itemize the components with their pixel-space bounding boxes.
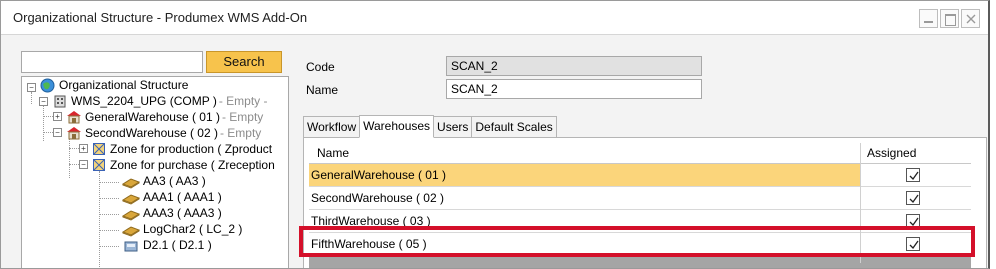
collapse-toggle[interactable]: −: [27, 83, 36, 92]
search-input[interactable]: [21, 51, 203, 73]
window-title: Organizational Structure - Produmex WMS …: [13, 10, 308, 25]
tree-node[interactable]: GeneralWarehouse ( 01 ) - Empty: [85, 109, 263, 125]
highlight-box: [299, 226, 975, 257]
code-label: Code: [306, 60, 335, 74]
location-icon: [121, 191, 141, 205]
warehouse-icon: [66, 126, 82, 140]
tree-connector: [43, 116, 53, 117]
tab-default-scales[interactable]: Default Scales: [471, 116, 557, 137]
search-button[interactable]: Search: [206, 51, 282, 73]
tree-connector: [99, 214, 119, 215]
org-structure-tree[interactable]: − Organizational Structure − WMS_2204_UP…: [21, 76, 289, 268]
tree-node[interactable]: D2.1 ( D2.1 ): [143, 237, 212, 253]
checkmark-icon: [909, 194, 919, 204]
tree-node[interactable]: WMS_2204_UPG (COMP ) - Empty -: [71, 93, 268, 109]
tab-workflow[interactable]: Workflow: [303, 116, 361, 137]
close-icon: [966, 14, 976, 24]
tree-node[interactable]: Zone for production ( Zproduct: [110, 141, 274, 157]
tree-node[interactable]: AAA1 ( AAA1 ): [143, 189, 222, 205]
expand-toggle[interactable]: +: [53, 112, 62, 121]
column-header-name[interactable]: Name: [317, 146, 349, 160]
window-controls: [919, 9, 980, 28]
tree-connector: [69, 164, 79, 165]
tree-node[interactable]: SecondWarehouse ( 02 ) - Empty: [85, 125, 261, 141]
table-row[interactable]: SecondWarehouse ( 02 ): [309, 187, 971, 210]
tree-connector: [43, 132, 53, 133]
tree-connector: [69, 138, 70, 178]
assigned-checkbox[interactable]: [906, 168, 920, 182]
warehouse-icon: [66, 110, 82, 124]
expand-toggle[interactable]: +: [79, 144, 88, 153]
location-icon: [121, 175, 141, 189]
assigned-checkbox[interactable]: [906, 191, 920, 205]
tab-strip: Workflow Warehouses Users Default Scales: [303, 115, 557, 138]
tree-connector: [99, 171, 100, 268]
collapse-toggle[interactable]: −: [39, 97, 48, 106]
warehouse-name-cell: GeneralWarehouse ( 01 ): [309, 164, 860, 186]
tree-connector: [99, 246, 119, 247]
tree-node[interactable]: AA3 ( AA3 ): [143, 173, 206, 189]
zone-icon: [92, 158, 108, 172]
table-row[interactable]: GeneralWarehouse ( 01 ): [309, 164, 971, 187]
minimize-button[interactable]: [919, 9, 938, 28]
tab-warehouses[interactable]: Warehouses: [359, 115, 435, 138]
tree-connector: [99, 182, 119, 183]
title-bar: Organizational Structure - Produmex WMS …: [1, 1, 988, 35]
device-icon: [122, 239, 138, 253]
location-icon: [121, 207, 141, 221]
tree-connector: [99, 230, 119, 231]
collapse-toggle[interactable]: −: [53, 128, 62, 137]
assigned-cell: [861, 187, 971, 209]
company-icon: [53, 94, 69, 108]
tree-node[interactable]: Zone for purchase ( Zreception: [110, 157, 277, 173]
tree-connector: [69, 148, 79, 149]
collapse-toggle[interactable]: −: [79, 160, 88, 169]
tree-node[interactable]: Organizational Structure: [59, 77, 190, 93]
name-label: Name: [306, 83, 339, 97]
tab-users[interactable]: Users: [433, 116, 473, 137]
location-icon: [121, 223, 141, 237]
code-field: SCAN_2: [446, 56, 702, 76]
tree-connector: [43, 106, 44, 141]
assigned-cell: [861, 164, 971, 186]
checkmark-icon: [909, 171, 919, 181]
maximize-button[interactable]: [940, 9, 959, 28]
app-window: Organizational Structure - Produmex WMS …: [0, 0, 990, 269]
globe-icon: [40, 78, 56, 93]
name-field[interactable]: SCAN_2: [446, 79, 702, 99]
tree-connector: [99, 198, 119, 199]
tree-connector: [31, 92, 32, 104]
grid-header: Name Assigned: [309, 143, 971, 164]
tree-node[interactable]: AAA3 ( AAA3 ): [143, 205, 222, 221]
warehouse-name-cell: SecondWarehouse ( 02 ): [311, 191, 444, 205]
column-header-assigned[interactable]: Assigned: [867, 146, 916, 160]
close-button[interactable]: [961, 9, 980, 28]
zone-icon: [92, 142, 108, 156]
tree-node[interactable]: LogChar2 ( LC_2 ): [143, 221, 242, 237]
